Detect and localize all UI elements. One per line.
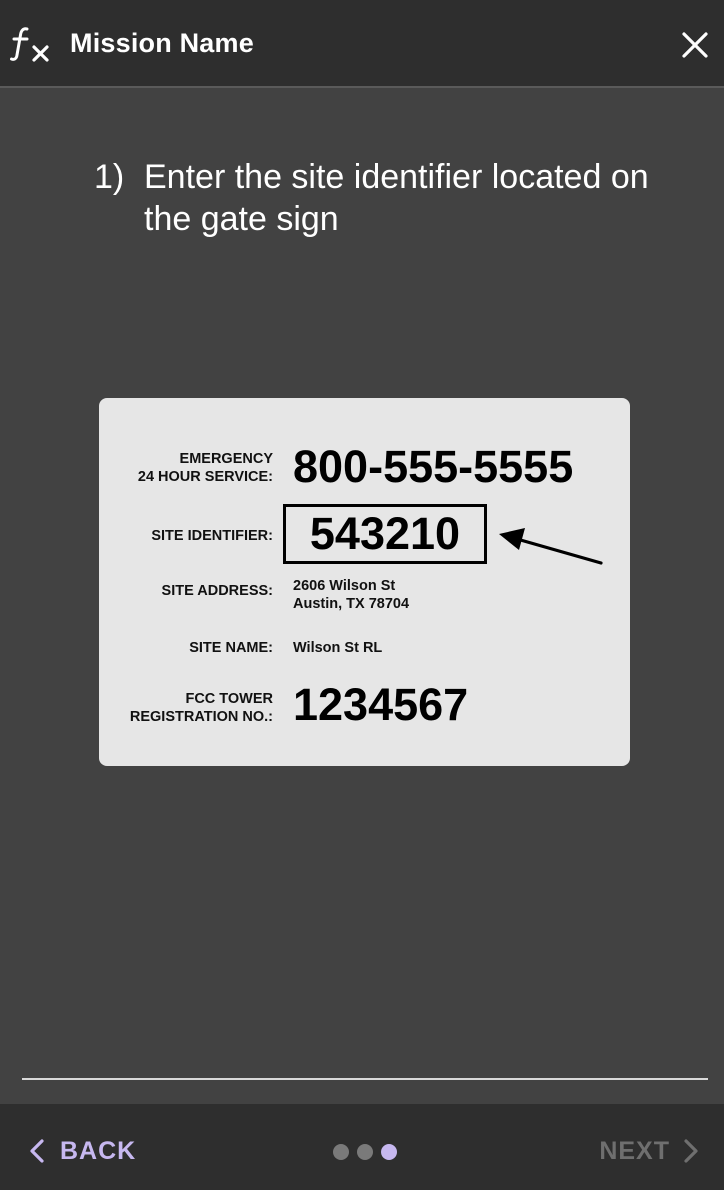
divider	[22, 1078, 708, 1080]
emergency-label-line1: EMERGENCY	[179, 451, 273, 467]
fcc-label-line1: FCC TOWER	[185, 691, 273, 707]
close-icon[interactable]	[676, 26, 714, 64]
site-identifier-value: 543210	[283, 504, 487, 564]
site-address-label: SITE ADDRESS:	[161, 583, 273, 599]
header-bar: Mission Name	[0, 0, 724, 88]
arrow-left-icon	[499, 528, 603, 565]
fcc-registration-value: 1234567	[293, 679, 469, 730]
site-name-label: SITE NAME:	[189, 640, 273, 656]
page-title: Mission Name	[70, 28, 254, 58]
page-dot-2	[357, 1144, 373, 1160]
wizard-screen: Mission Name 1) Enter the site identifie…	[0, 0, 724, 1190]
fx-icon	[10, 27, 49, 62]
site-name-value: Wilson St RL	[293, 640, 383, 656]
site-address-line2: Austin, TX 78704	[293, 596, 410, 612]
emergency-label: EMERGENCY 24 HOUR SERVICE:	[138, 450, 273, 486]
next-button[interactable]: NEXT	[599, 1134, 700, 1168]
pagination-dots	[333, 1144, 405, 1160]
site-identifier-label: SITE IDENTIFIER:	[151, 528, 273, 544]
step-number: 1)	[94, 158, 125, 196]
fcc-label-line2: REGISTRATION NO.:	[129, 709, 273, 725]
page-dot-1	[333, 1144, 349, 1160]
emergency-phone: 800-555-5555	[293, 441, 574, 492]
step-description: Enter the site identifier located on the…	[144, 158, 649, 238]
site-address-value: 2606 Wilson St Austin, TX 78704	[293, 577, 409, 613]
chevron-left-icon	[30, 1139, 44, 1163]
instruction-text: 1) Enter the site identifier located on …	[94, 156, 674, 240]
next-label: NEXT	[599, 1136, 670, 1165]
footer-nav: BACK NEXT	[0, 1104, 724, 1190]
fcc-registration-label: FCC TOWER REGISTRATION NO.:	[130, 690, 273, 726]
gate-sign-illustration: EMERGENCY 24 HOUR SERVICE: 800-555-5555 …	[99, 398, 630, 766]
back-button[interactable]: BACK	[28, 1134, 136, 1168]
chevron-right-icon	[684, 1139, 698, 1163]
emergency-label-line2: 24 HOUR SERVICE:	[137, 469, 273, 485]
site-address-line1: 2606 Wilson St	[293, 578, 396, 594]
back-label: BACK	[60, 1136, 137, 1165]
page-dot-3-active	[381, 1144, 397, 1160]
